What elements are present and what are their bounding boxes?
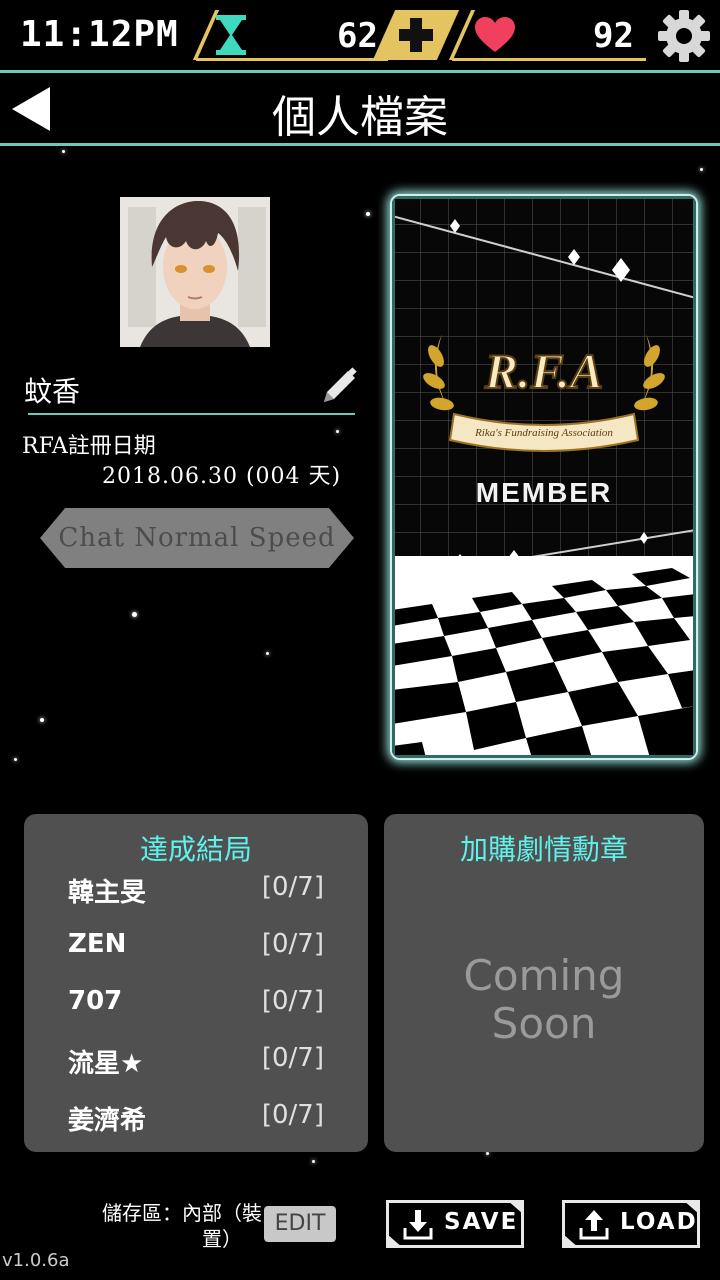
ending-name: 韓主旻 <box>68 878 147 908</box>
version-label: v1.0.6a <box>2 1250 70 1271</box>
ending-name: ZEN <box>68 929 127 959</box>
background-star <box>266 652 269 655</box>
background-star <box>40 718 44 722</box>
badges-title: 加購劇情勳章 <box>459 833 628 866</box>
coming-soon-text: Coming Soon <box>384 952 704 1048</box>
ending-count: [0/7] <box>261 1100 324 1130</box>
endings-panel: 達成結局 韓主旻 [0/7] ZEN [0/7] 707 [0/7] 流星★ [… <box>24 814 368 1152</box>
ending-row: 韓主旻 [0/7] <box>68 872 324 912</box>
background-star <box>62 150 65 153</box>
ending-count: [0/7] <box>261 929 324 959</box>
background-star <box>312 1160 315 1163</box>
load-icon <box>579 1210 609 1240</box>
coming-soon-line2: Soon <box>491 999 597 1048</box>
ending-row: 流星★ [0/7] <box>68 1043 324 1083</box>
background-star <box>366 212 370 216</box>
ending-name: 707 <box>68 986 123 1016</box>
save-button[interactable]: SAVE <box>386 1200 524 1248</box>
registration-label: RFA註冊日期 <box>22 434 156 459</box>
coming-soon-line1: Coming <box>463 951 625 1000</box>
chat-speed-label: Chat Normal Speed <box>58 523 336 553</box>
edit-storage-button[interactable]: EDIT <box>264 1206 336 1242</box>
username: 蚊香 <box>24 375 81 408</box>
hourglass-count: 62 <box>337 16 378 56</box>
save-label: SAVE <box>444 1209 519 1235</box>
member-label: MEMBER <box>476 477 612 508</box>
member-card-art: R.F.A Rika's Fundraising Association MEM… <box>392 196 696 758</box>
load-button[interactable]: LOAD <box>562 1200 700 1248</box>
ending-row: ZEN [0/7] <box>68 929 324 969</box>
storage-location: 儲存區：內部（裝 置） <box>72 1200 262 1252</box>
ending-name: 姜濟希 <box>68 1106 147 1136</box>
save-icon <box>403 1210 433 1240</box>
hourglass-counter: 62 <box>192 10 388 61</box>
background-star <box>14 758 17 761</box>
heart-icon <box>475 17 515 52</box>
status-bar: 11:12PM 62 92 <box>0 0 720 70</box>
rfa-banner: Rika's Fundraising Association <box>474 427 613 439</box>
avatar-portrait <box>120 197 270 347</box>
avatar[interactable] <box>120 197 270 347</box>
page-header: 個人檔案 <box>0 70 720 146</box>
background-star <box>336 430 339 433</box>
background-star <box>700 168 703 171</box>
gear-icon[interactable] <box>656 8 712 64</box>
ending-name: 流星★ <box>68 1049 144 1079</box>
background-star <box>486 1152 489 1155</box>
ending-row: 姜濟希 [0/7] <box>68 1100 324 1140</box>
ending-count: [0/7] <box>261 1043 324 1073</box>
ending-count: [0/7] <box>261 872 324 902</box>
heart-counter: 92 <box>448 10 646 61</box>
username-underline <box>28 413 355 415</box>
ending-row: 707 [0/7] <box>68 986 324 1026</box>
load-label: LOAD <box>620 1209 698 1235</box>
add-hourglass-button[interactable] <box>372 10 460 60</box>
registration-date: 2018.06.30 (004 天) <box>102 464 342 489</box>
storage-line2: 置） <box>202 1227 242 1251</box>
pencil-icon[interactable] <box>318 364 362 408</box>
rfa-logo: R.F.A <box>484 343 604 399</box>
storage-line1: 儲存區：內部（裝 <box>102 1201 262 1225</box>
hourglass-icon <box>216 15 246 55</box>
chat-speed-button[interactable]: Chat Normal Speed <box>40 508 354 568</box>
background-star <box>132 612 137 617</box>
heart-count: 92 <box>593 16 634 56</box>
ending-count: [0/7] <box>261 986 324 1016</box>
member-card: R.F.A Rika's Fundraising Association MEM… <box>390 194 698 760</box>
page-title: 個人檔案 <box>272 92 448 143</box>
clock: 11:12PM <box>20 14 179 55</box>
plus-icon <box>399 18 433 52</box>
story-badges-panel: 加購劇情勳章 Coming Soon <box>384 814 704 1152</box>
endings-title: 達成結局 <box>139 833 252 866</box>
